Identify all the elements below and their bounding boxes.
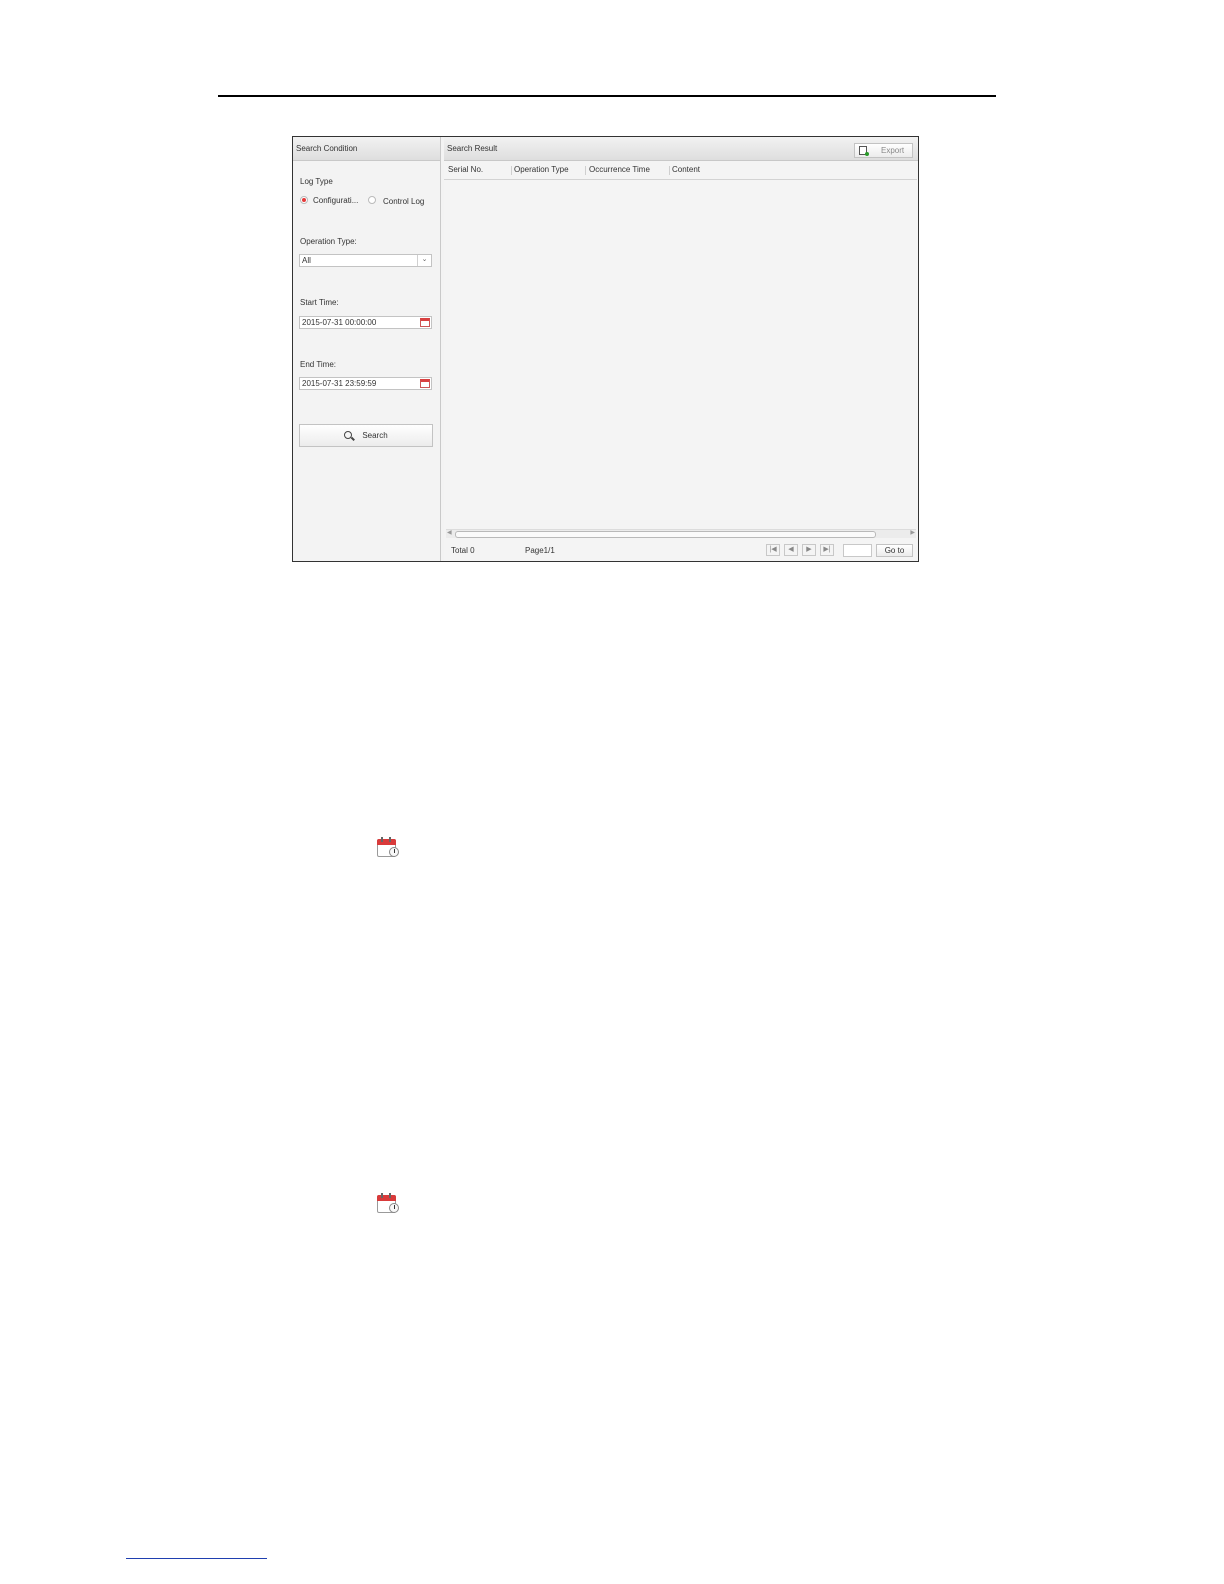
scroll-left-icon[interactable]: ◀ bbox=[447, 529, 452, 536]
export-button[interactable]: Export bbox=[854, 143, 913, 158]
search-result-panel: Search Result Export Serial No. Operatio… bbox=[444, 137, 918, 561]
operation-type-select[interactable]: All ⌄ bbox=[299, 254, 432, 267]
operation-type-value: All bbox=[302, 256, 311, 265]
column-divider[interactable] bbox=[669, 166, 670, 175]
prev-page-icon[interactable]: ◀ bbox=[784, 544, 798, 556]
column-content[interactable]: Content bbox=[672, 161, 700, 179]
search-condition-title: Search Condition bbox=[293, 137, 440, 161]
page-indicator: Page1/1 bbox=[525, 546, 555, 555]
radio-configuration-log-label: Configurati... bbox=[313, 196, 359, 205]
last-page-icon[interactable]: ▶| bbox=[820, 544, 834, 556]
scroll-right-icon[interactable]: ▶ bbox=[910, 529, 915, 536]
scrollbar-thumb[interactable] bbox=[455, 531, 876, 538]
radio-control-log-label: Control Log bbox=[383, 197, 425, 206]
export-icon bbox=[859, 146, 869, 156]
header-rule bbox=[218, 95, 996, 97]
goto-button[interactable]: Go to bbox=[876, 544, 913, 557]
search-icon bbox=[344, 430, 353, 439]
first-page-icon[interactable]: |◀ bbox=[766, 544, 780, 556]
total-count: Total 0 bbox=[451, 546, 475, 555]
search-button[interactable]: Search bbox=[299, 424, 433, 447]
column-operation-type[interactable]: Operation Type bbox=[514, 161, 569, 179]
pagination-bar: Total 0 Page1/1 |◀ ◀ ▶ ▶| Go to bbox=[444, 540, 918, 561]
start-time-value: 2015-07-31 00:00:00 bbox=[302, 318, 377, 327]
page-number-input[interactable] bbox=[843, 544, 872, 557]
footer-link-underline[interactable] bbox=[126, 1558, 267, 1559]
search-button-label: Search bbox=[362, 431, 388, 440]
end-time-value: 2015-07-31 23:59:59 bbox=[302, 379, 377, 388]
calendar-icon[interactable] bbox=[420, 318, 430, 327]
end-time-label: End Time: bbox=[300, 360, 337, 369]
start-time-input[interactable]: 2015-07-31 00:00:00 bbox=[299, 316, 432, 329]
column-divider[interactable] bbox=[511, 166, 512, 175]
search-result-title: Search Result bbox=[444, 137, 918, 161]
calendar-icon bbox=[377, 1193, 399, 1213]
column-occurrence-time[interactable]: Occurrence Time bbox=[589, 161, 650, 179]
column-divider[interactable] bbox=[585, 166, 586, 175]
radio-control-log[interactable] bbox=[368, 196, 376, 204]
result-table-body bbox=[444, 180, 917, 529]
column-serial-no[interactable]: Serial No. bbox=[448, 161, 483, 179]
export-button-label: Export bbox=[881, 146, 905, 155]
log-search-screenshot: Search Condition Log Type Configurati...… bbox=[292, 136, 919, 562]
next-page-icon[interactable]: ▶ bbox=[802, 544, 816, 556]
end-time-input[interactable]: 2015-07-31 23:59:59 bbox=[299, 377, 432, 390]
calendar-icon bbox=[377, 837, 399, 857]
operation-type-label: Operation Type: bbox=[300, 237, 357, 246]
calendar-icon[interactable] bbox=[420, 379, 430, 388]
log-type-label: Log Type bbox=[300, 177, 333, 186]
start-time-label: Start Time: bbox=[300, 298, 339, 307]
radio-configuration-log[interactable] bbox=[300, 196, 308, 204]
result-table-header: Serial No. Operation Type Occurrence Tim… bbox=[444, 161, 917, 180]
search-condition-panel: Search Condition Log Type Configurati...… bbox=[293, 137, 441, 561]
horizontal-scrollbar[interactable]: ◀ ▶ bbox=[446, 529, 916, 538]
chevron-down-icon[interactable]: ⌄ bbox=[417, 255, 431, 266]
